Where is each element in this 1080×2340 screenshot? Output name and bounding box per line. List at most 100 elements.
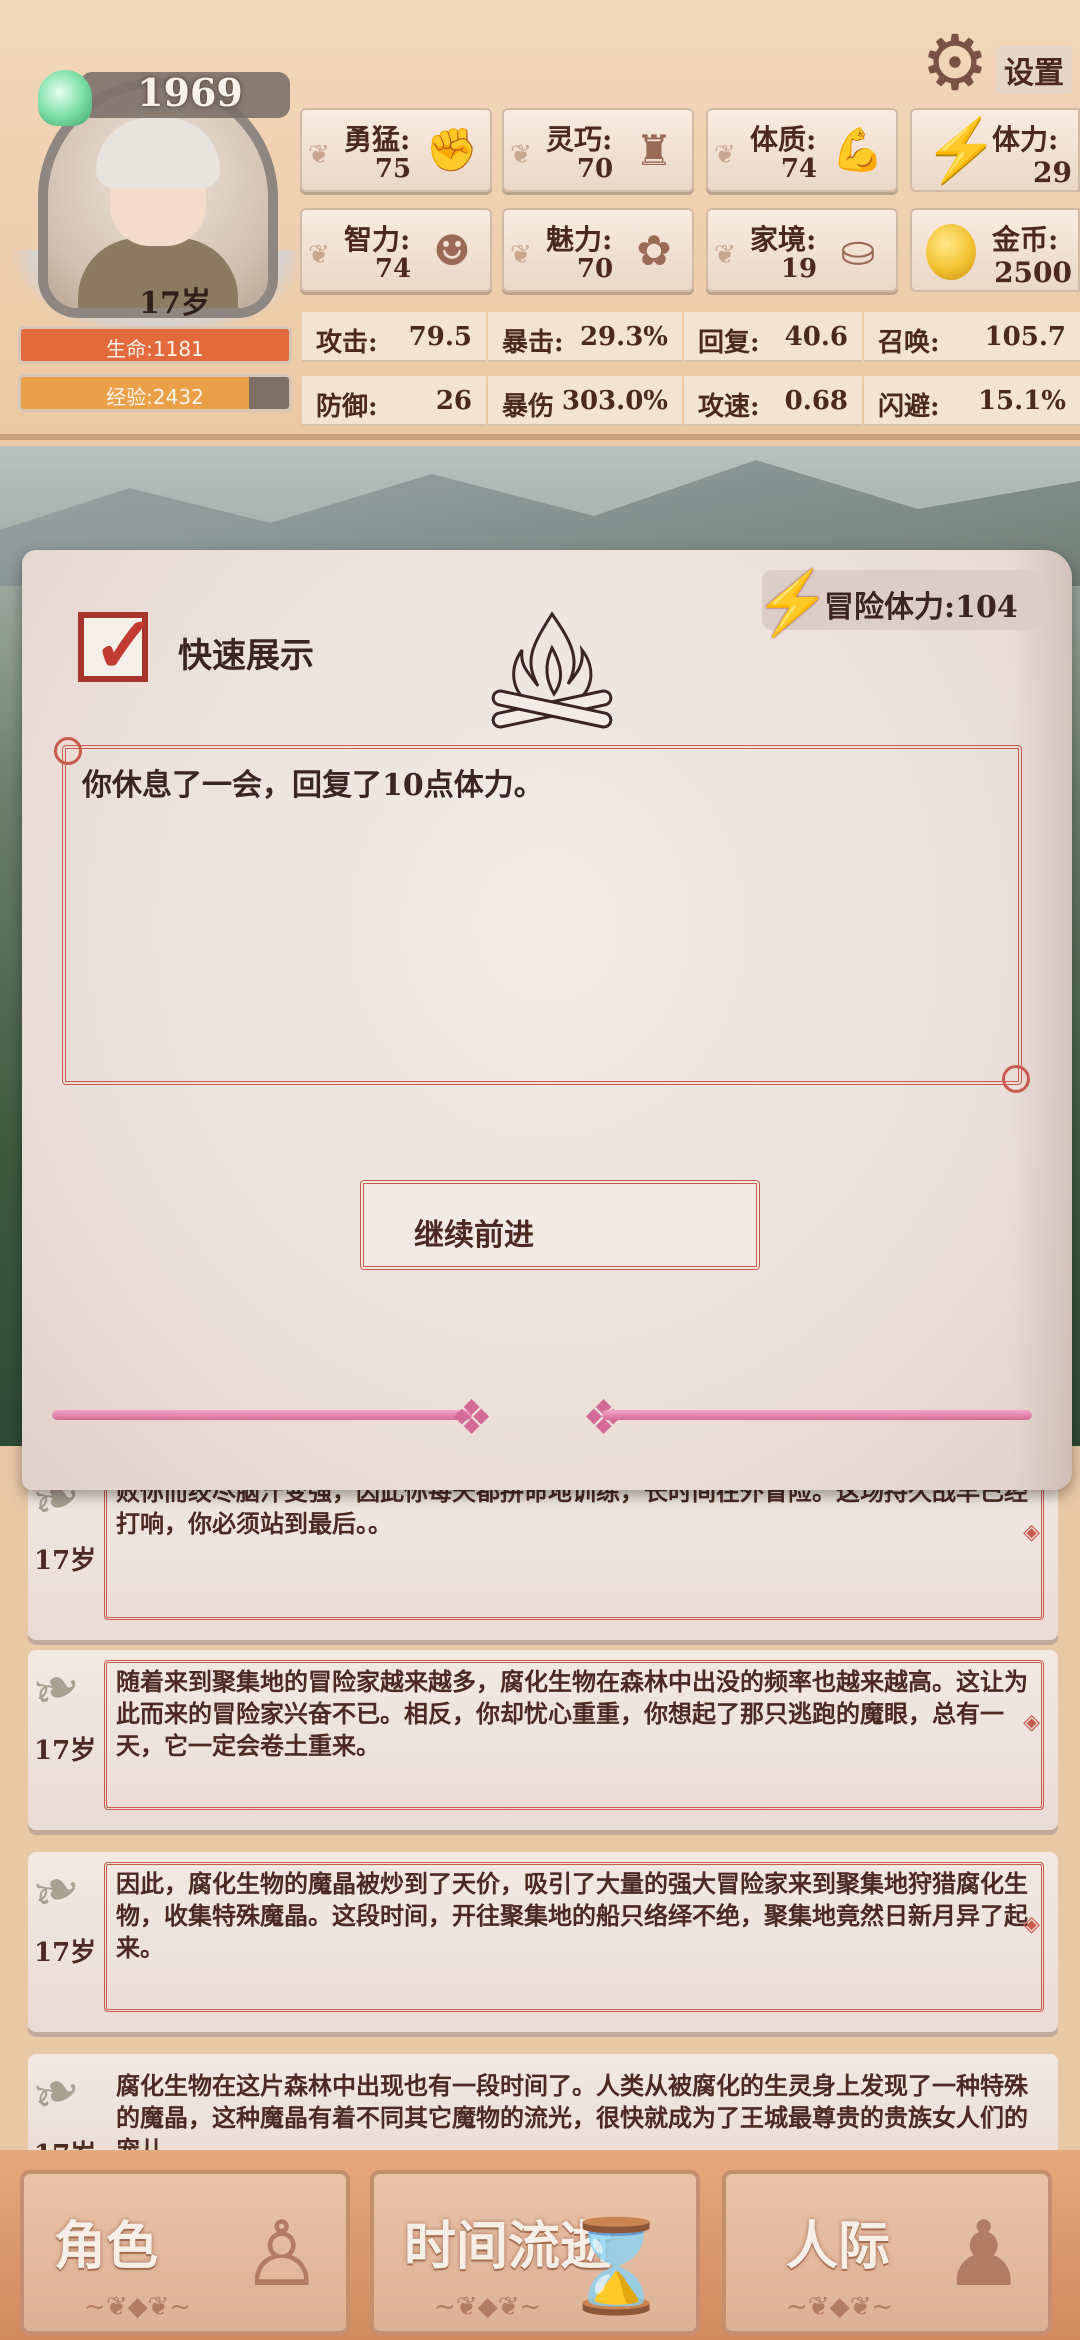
xp-bar: 经验:2432	[18, 374, 292, 412]
feather-icon: ❧	[21, 1647, 91, 1729]
combat-stat-regen: 回复: 40.6	[684, 312, 862, 362]
nav-character-button[interactable]: 角色 ♙ ~❦◆❦~	[20, 2170, 350, 2335]
log-entry: ❧ 17岁 随着来到聚集地的冒险家越来越多，腐化生物在森林中出没的频率也越来越高…	[22, 1648, 1058, 1830]
feather-icon: ❧	[21, 1849, 91, 1931]
combat-stat-defense: 防御: 26	[302, 376, 486, 426]
log-entry: ❧ 17岁 因此，腐化生物的魔晶被炒到了天价，吸引了大量的强大冒险家来到聚集地狩…	[22, 1850, 1058, 2032]
attr-label: 体质:	[750, 123, 817, 156]
combat-stat-dodge: 闪避: 15.1%	[864, 376, 1080, 426]
attr-label: 魅力:	[546, 223, 613, 256]
log-age: 17岁	[34, 1736, 97, 1766]
stat-key: 暴伤	[502, 392, 555, 422]
stat-key: 防御:	[316, 392, 378, 422]
gold-label: 金币:	[992, 223, 1059, 256]
brain-head-icon: ☻	[433, 225, 471, 275]
divider-left	[52, 1410, 472, 1420]
bust-icon: ♙	[241, 2202, 322, 2307]
lightning-icon: ⚡	[924, 115, 999, 185]
muscle-arm-icon: 💪	[831, 125, 885, 174]
attr-value: 74	[374, 254, 412, 284]
event-modal: ⚡ 冒险体力:104 ✓ 快速展示 你休息了一会，回复了10点体力。 继续前进 …	[22, 550, 1072, 1490]
coin-stack-icon: ⛀	[840, 225, 876, 275]
nav-relations-button[interactable]: 人际 ♟ ~❦◆❦~	[722, 2170, 1052, 2335]
stat-key: 攻击:	[316, 328, 378, 358]
attr-label: 智力:	[344, 223, 411, 256]
stat-key: 召唤:	[878, 328, 940, 358]
stamina-label: 体力:	[992, 123, 1059, 156]
attr-card-family[interactable]: ❦ 家境: 19 ⛀	[706, 208, 898, 292]
attr-card-bravery[interactable]: ❦ 勇猛: 75 ✊	[300, 108, 492, 192]
attr-value: 70	[576, 154, 614, 184]
hp-label: 生命:1181	[106, 337, 204, 361]
diamond-ornament-icon: ◈	[1023, 1520, 1040, 1545]
year-value: 1969	[137, 70, 243, 115]
stat-key: 暴击:	[502, 328, 564, 358]
log-age: 17岁	[34, 1546, 97, 1576]
chess-pawn-icon: ♟	[943, 2202, 1024, 2307]
combat-stat-crit-damage: 暴伤 303.0%	[488, 376, 682, 426]
gold-value: 2500	[994, 256, 1072, 289]
attr-card-charm[interactable]: ❦ 魅力: 70 ✿	[502, 208, 694, 292]
flourish-icon: ❦	[510, 140, 532, 170]
fist-icon: ✊	[425, 125, 479, 174]
diamond-ornament-icon: ◈	[1023, 1912, 1040, 1937]
adventure-stamina-badge: ⚡ 冒险体力:104	[754, 566, 1042, 639]
stat-value: 105.7	[984, 322, 1066, 352]
hp-bar: 生命:1181	[18, 326, 292, 364]
log-age: 17岁	[34, 1938, 97, 1968]
attr-value: 70	[576, 254, 614, 284]
event-text: 你休息了一会，回复了10点体力。	[82, 768, 544, 803]
combat-stat-attack: 攻击: 79.5	[302, 312, 486, 362]
feather-icon: ❧	[21, 2051, 91, 2133]
stat-value: 79.5	[408, 322, 472, 352]
status-header: 1969 17岁 生命:1181 经验:2432 ❦ 勇猛: 75 ✊ ❦ 灵巧…	[0, 0, 1080, 440]
log-text: 因此，腐化生物的魔晶被炒到了天价，吸引了大量的强大冒险家来到聚集地狩猎腐化生物，…	[116, 1869, 1028, 1962]
stat-value: 0.68	[784, 386, 848, 416]
attr-value: 19	[780, 254, 818, 284]
ornament-icon: ~❦◆❦~	[434, 2292, 542, 2322]
event-text-frame: 你休息了一会，回复了10点体力。	[54, 737, 1030, 1093]
nav-time-pass-button[interactable]: 时间流逝 ⌛ ~❦◆❦~	[370, 2170, 700, 2335]
stat-value: 15.1%	[977, 386, 1066, 416]
continue-button[interactable]: 继续前进	[360, 1180, 760, 1270]
flourish-icon: ❦	[308, 240, 330, 270]
attr-card-intellect[interactable]: ❦ 智力: 74 ☻	[300, 208, 492, 292]
hourglass-icon: ⌛	[559, 2214, 672, 2319]
nav-label: 角色	[54, 2216, 159, 2277]
attr-value: 74	[780, 154, 818, 184]
log-entry: ❧ 17岁 腐化生物在这片森林中出现也有一段时间了。人类从被腐化的生灵身上发现了…	[22, 2052, 1058, 2170]
fleur-ornament-icon: ❖	[450, 1390, 494, 1446]
combat-stat-attack-speed: 攻速: 0.68	[684, 376, 862, 426]
gold-stat: 金币: 2500	[910, 208, 1080, 292]
combat-stat-summon: 召唤: 105.7	[864, 312, 1080, 362]
nav-label: 人际	[786, 2216, 891, 2277]
attr-card-agility[interactable]: ❦ 灵巧: 70 ♜	[502, 108, 694, 192]
gear-icon: ⚙	[920, 18, 990, 107]
ghost-spirit-icon	[38, 70, 92, 126]
stat-value: 26	[435, 386, 472, 416]
cloak-icon: ♜	[635, 125, 673, 175]
stat-key: 回复:	[698, 328, 760, 358]
stat-key: 闪避:	[878, 392, 940, 422]
settings-label: 设置	[996, 46, 1072, 94]
flourish-icon: ❦	[714, 140, 736, 170]
attr-card-constitution[interactable]: ❦ 体质: 74 💪	[706, 108, 898, 192]
quick-display-checkbox[interactable]: ✓	[78, 600, 157, 691]
ornament-icon: ~❦◆❦~	[84, 2292, 192, 2322]
log-text: 随着来到聚集地的冒险家越来越多，腐化生物在森林中出没的频率也越来越高。这让为此而…	[116, 1667, 1028, 1760]
stat-value: 303.0%	[561, 386, 668, 416]
campfire-icon	[491, 611, 613, 729]
attr-label: 勇猛:	[344, 123, 411, 156]
settings-button[interactable]: ⚙ 设置	[916, 24, 1076, 104]
attr-label: 灵巧:	[546, 123, 613, 156]
stat-value: 40.6	[784, 322, 848, 352]
stamina-value: 29	[1033, 156, 1072, 189]
quick-display-label: 快速展示	[178, 636, 314, 676]
bottom-nav: 角色 ♙ ~❦◆❦~ 时间流逝 ⌛ ~❦◆❦~ 人际 ♟ ~❦◆❦~	[0, 2150, 1080, 2340]
diamond-ornament-icon: ◈	[1023, 1710, 1040, 1735]
flourish-icon: ❦	[510, 240, 532, 270]
lightning-icon: ⚡	[754, 566, 832, 639]
stat-value: 29.3%	[579, 322, 668, 352]
xp-label: 经验:2432	[106, 385, 204, 409]
stat-key: 攻速:	[698, 392, 760, 422]
